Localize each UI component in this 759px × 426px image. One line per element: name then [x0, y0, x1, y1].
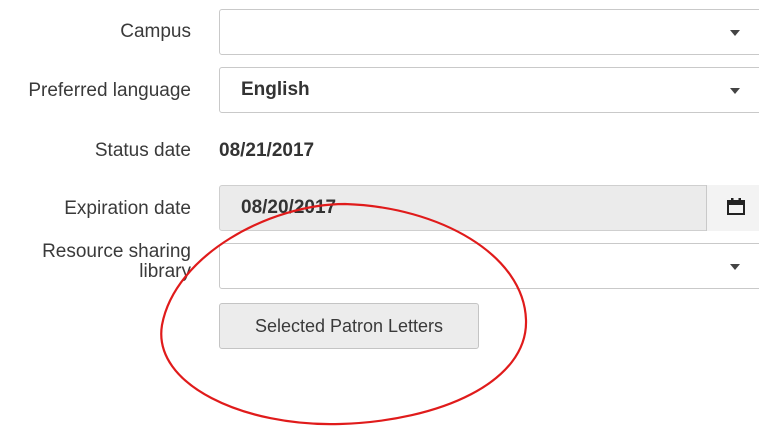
resource-sharing-library-label: Resource sharing library	[42, 241, 191, 282]
expiration-date-value: 08/20/2017	[241, 197, 337, 218]
status-date-value: 08/21/2017	[219, 140, 315, 161]
campus-select[interactable]	[219, 9, 759, 55]
selected-patron-letters-button[interactable]: Selected Patron Letters	[219, 303, 479, 349]
chevron-down-icon[interactable]	[730, 264, 740, 270]
preferred-language-select[interactable]: English	[219, 67, 759, 113]
resource-sharing-library-select[interactable]	[219, 243, 759, 289]
calendar-button[interactable]	[706, 185, 759, 231]
expiration-date-label: Expiration date	[64, 198, 191, 219]
campus-label: Campus	[120, 21, 191, 42]
chevron-down-icon[interactable]	[730, 30, 740, 36]
chevron-down-icon[interactable]	[730, 88, 740, 94]
calendar-icon	[727, 198, 745, 215]
status-date-label: Status date	[94, 140, 191, 161]
expiration-date-field: 08/20/2017	[219, 185, 759, 231]
preferred-language-value: English	[241, 79, 310, 100]
preferred-language-label: Preferred language	[28, 80, 191, 101]
